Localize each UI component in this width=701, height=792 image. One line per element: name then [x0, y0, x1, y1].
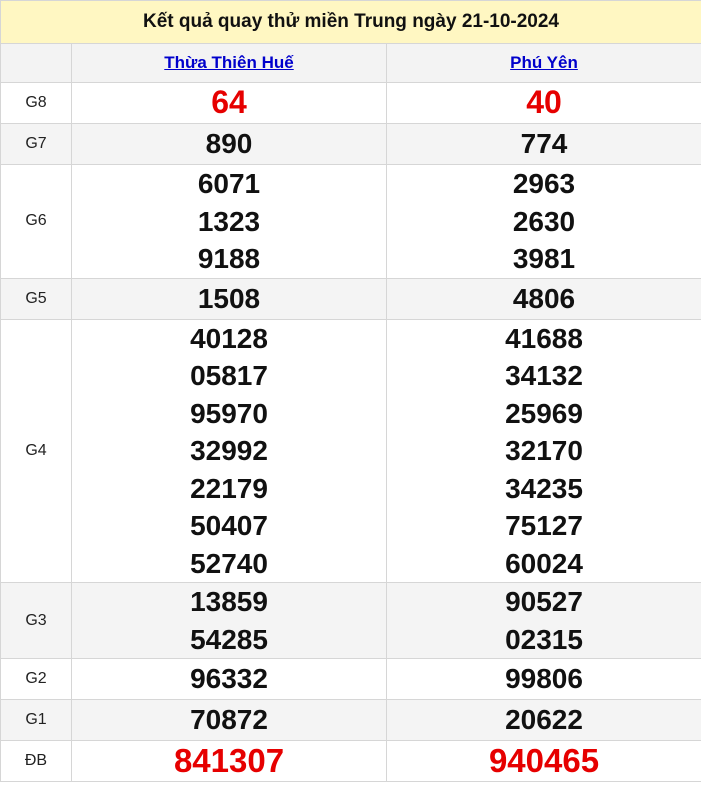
province-header-cell: Phú Yên	[386, 43, 701, 83]
lottery-results-table: Kết quả quay thử miền Trung ngày 21-10-2…	[0, 0, 701, 782]
result-cell: 70872	[71, 699, 387, 741]
prize-label: G3	[0, 582, 72, 659]
page-title: Kết quả quay thử miền Trung ngày 21-10-2…	[0, 0, 701, 44]
result-number: 75127	[505, 510, 583, 541]
province-link-thua-thien-hue[interactable]: Thừa Thiên Huế	[164, 53, 293, 72]
prize-row-g6: G6 6071 1323 9188 2963 2630 3981	[0, 164, 701, 279]
result-number: 90527	[505, 586, 583, 617]
result-number: 54285	[190, 623, 268, 655]
result-number: 05817	[190, 360, 268, 391]
province-link-phu-yen[interactable]: Phú Yên	[510, 53, 578, 72]
prize-label: G7	[0, 123, 72, 165]
prize-row-g8: G8 64 40	[0, 82, 701, 124]
result-number: 1508	[197, 282, 261, 314]
result-cell: 1508	[71, 277, 387, 320]
result-cell: 64	[71, 82, 387, 124]
result-number: 40128	[190, 322, 268, 354]
result-number: 64	[211, 84, 247, 121]
title-row: Kết quả quay thử miền Trung ngày 21-10-2…	[0, 0, 701, 44]
result-cell: 13859 54285	[71, 582, 387, 659]
prize-label: G4	[0, 318, 72, 583]
result-number: 940465	[488, 742, 600, 780]
result-cell: 41688 34132 25969 32170 34235 75127 6002…	[386, 318, 701, 583]
result-number: 70872	[190, 704, 268, 736]
result-cell: 940465	[386, 740, 701, 782]
result-number: 2630	[512, 205, 576, 237]
result-number: 95970	[190, 397, 268, 429]
result-number: 2963	[512, 168, 576, 199]
result-number: 774	[520, 128, 568, 160]
result-number: 32170	[505, 435, 583, 466]
result-number: 22179	[190, 472, 268, 504]
result-number: 9188	[197, 243, 261, 274]
prize-row-g7: G7 890 774	[0, 123, 701, 165]
prize-row-g5: G5 1508 4806	[0, 277, 701, 320]
result-number: 52740	[190, 547, 268, 579]
result-number: 20622	[505, 704, 583, 736]
result-number: 40	[526, 84, 562, 121]
result-number: 99806	[505, 663, 583, 695]
result-cell: 90527 02315	[386, 582, 701, 659]
prize-label: G8	[0, 82, 72, 124]
prize-row-g2: G2 96332 99806	[0, 658, 701, 700]
prize-label: ĐB	[0, 740, 72, 782]
result-cell: 20622	[386, 699, 701, 741]
result-number: 3981	[512, 243, 576, 274]
prize-label: G5	[0, 277, 72, 320]
result-cell: 774	[386, 123, 701, 165]
prize-row-special: ĐB 841307 940465	[0, 740, 701, 782]
prize-label: G2	[0, 658, 72, 700]
result-cell: 40128 05817 95970 32992 22179 50407 5274…	[71, 318, 387, 583]
result-cell: 6071 1323 9188	[71, 164, 387, 279]
result-number: 41688	[505, 322, 583, 354]
result-number: 890	[205, 128, 253, 160]
prize-label: G1	[0, 699, 72, 741]
result-number: 6071	[197, 168, 261, 199]
result-cell: 96332	[71, 658, 387, 700]
province-header-cell: Thừa Thiên Huế	[71, 43, 387, 83]
result-number: 13859	[190, 586, 268, 617]
prize-row-g1: G1 70872 20622	[0, 699, 701, 741]
result-number: 841307	[173, 742, 285, 780]
result-cell: 40	[386, 82, 701, 124]
result-number: 96332	[190, 663, 268, 695]
result-number: 32992	[190, 435, 268, 466]
result-number: 1323	[197, 205, 261, 237]
result-cell: 4806	[386, 277, 701, 320]
result-number: 4806	[512, 282, 576, 314]
header-empty-cell	[0, 43, 72, 83]
result-number: 60024	[505, 547, 583, 579]
result-cell: 2963 2630 3981	[386, 164, 701, 279]
result-number: 25969	[505, 397, 583, 429]
prize-label: G6	[0, 164, 72, 279]
result-number: 34235	[505, 472, 583, 504]
province-header-row: Thừa Thiên Huế Phú Yên	[0, 43, 701, 83]
result-number: 50407	[190, 510, 268, 541]
result-number: 34132	[505, 360, 583, 391]
result-cell: 890	[71, 123, 387, 165]
result-cell: 841307	[71, 740, 387, 782]
result-number: 02315	[505, 623, 583, 655]
prize-row-g4: G4 40128 05817 95970 32992 22179 50407 5…	[0, 318, 701, 583]
prize-row-g3: G3 13859 54285 90527 02315	[0, 582, 701, 659]
result-cell: 99806	[386, 658, 701, 700]
